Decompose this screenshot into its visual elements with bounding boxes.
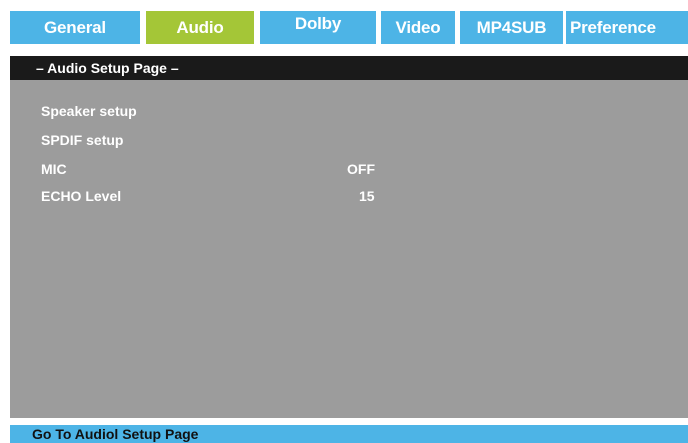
mic-value: OFF (347, 161, 375, 177)
status-bar: Go To Audiol Setup Page (10, 425, 688, 443)
echo-level-value: 15 (359, 188, 375, 204)
tab-preference-label: Preference (570, 17, 656, 37)
menu-item-spdif-setup[interactable]: SPDIF setup (41, 130, 123, 150)
setup-tab-bar: General Audio Dolby Video MP4SUB Prefere… (10, 11, 688, 44)
tab-preference[interactable]: Preference (566, 11, 688, 44)
tab-general[interactable]: General (10, 11, 140, 44)
menu-item-label: Speaker setup (41, 103, 137, 119)
audio-setup-panel: – Audio Setup Page – Speaker setup SPDIF… (10, 56, 688, 418)
menu-item-mic[interactable]: MIC (41, 159, 67, 179)
tab-audio[interactable]: Audio (146, 11, 254, 44)
tab-audio-label: Audio (176, 17, 224, 37)
tab-dolby[interactable]: Dolby (260, 11, 376, 44)
menu-item-speaker-setup[interactable]: Speaker setup (41, 101, 137, 121)
tab-mp4sub-label: MP4SUB (476, 17, 547, 37)
page-title: – Audio Setup Page – (10, 56, 688, 80)
tab-mp4sub[interactable]: MP4SUB (460, 11, 563, 44)
tab-general-label: General (44, 17, 106, 37)
menu-item-label: SPDIF setup (41, 132, 124, 148)
tab-dolby-label: Dolby (294, 14, 342, 33)
tab-video-label: Video (395, 17, 441, 37)
tab-video[interactable]: Video (381, 11, 455, 44)
menu-item-label: ECHO Level (41, 188, 122, 204)
menu-item-label: MIC (41, 161, 67, 177)
menu-item-echo-level[interactable]: ECHO Level (41, 186, 121, 206)
